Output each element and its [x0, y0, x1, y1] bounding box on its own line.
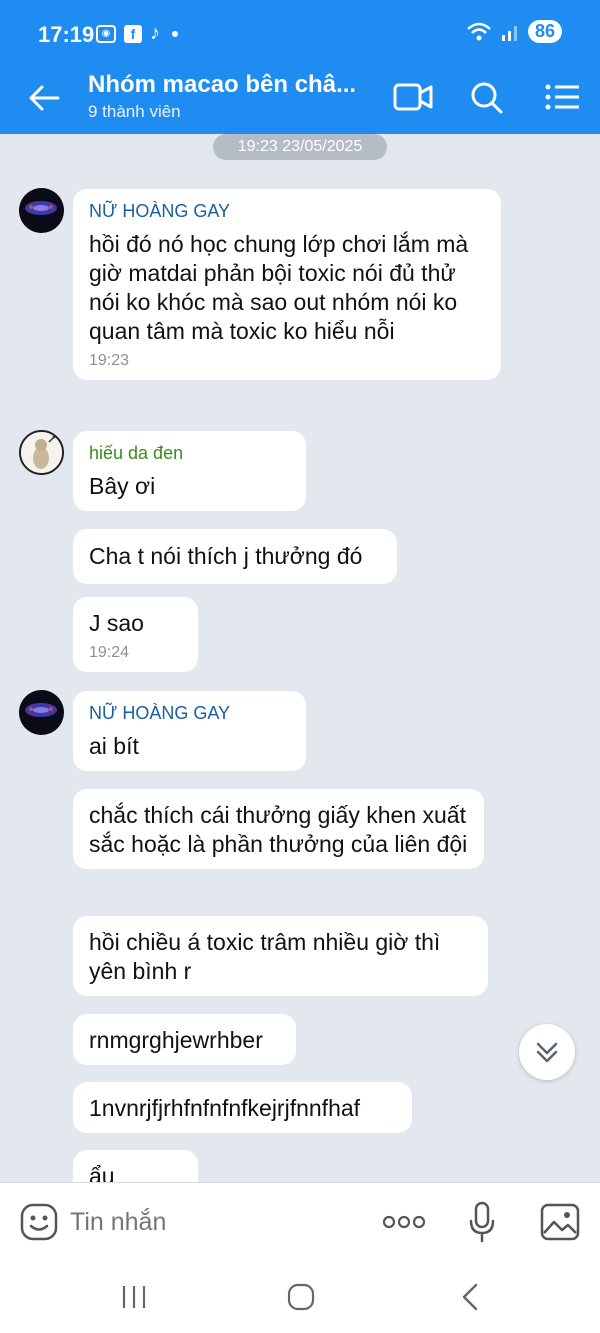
menu-list-icon[interactable]: [542, 78, 584, 116]
message-input[interactable]: [70, 1201, 360, 1243]
message-bubble[interactable]: NỮ HOÀNG GAY ai bít: [73, 691, 306, 771]
app-header: 17:19 ◉ f ♪ 86 Nhóm macao bên châ... 9 t…: [0, 0, 600, 134]
facebook-icon: f: [124, 24, 142, 43]
message-bubble[interactable]: rnmgrghjewrhber: [73, 1014, 296, 1065]
avatar[interactable]: [19, 430, 64, 475]
screenshot-icon: ◉: [96, 24, 116, 43]
scroll-to-bottom-button[interactable]: [519, 1024, 575, 1080]
battery-badge: 86: [527, 20, 562, 43]
status-right: 86: [466, 20, 562, 43]
status-bar: 17:19 ◉ f ♪ 86: [0, 0, 600, 66]
message-text: J sao: [89, 610, 144, 636]
sender-name[interactable]: hiếu da đen: [89, 443, 290, 464]
message-composer: [0, 1182, 600, 1260]
message-text: rnmgrghjewrhber: [89, 1027, 263, 1053]
microphone-icon[interactable]: [468, 1201, 496, 1243]
message-time: 19:23: [89, 352, 130, 369]
system-nav-bar: [0, 1260, 600, 1333]
message-text: hồi chiều á toxic trâm nhiều giờ thì yên…: [89, 929, 441, 984]
status-time: 17:19: [38, 22, 95, 47]
dot-icon: [172, 30, 178, 37]
back-arrow-icon[interactable]: [26, 80, 62, 116]
message-bubble[interactable]: ẩu: [73, 1150, 198, 1182]
sender-name[interactable]: NỮ HOÀNG GAY: [89, 201, 485, 222]
message-bubble[interactable]: NỮ HOÀNG GAY hồi đó nó học chung lớp chơ…: [73, 189, 501, 380]
tiktok-icon: ♪: [150, 22, 160, 44]
message-text: Cha t nói thích j thưởng đó: [89, 543, 363, 569]
message-bubble[interactable]: hồi chiều á toxic trâm nhiều giờ thì yên…: [73, 916, 488, 996]
message-text: chắc thích cái thưởng giấy khen xuất sắc…: [89, 802, 468, 857]
signal-icon: [501, 25, 517, 41]
message-text: 1nvnrjfjrhfnfnfnfkejrjfnnfhaf: [89, 1095, 361, 1121]
message-time: 19:24: [89, 644, 130, 661]
message-bubble[interactable]: chắc thích cái thưởng giấy khen xuất sắc…: [73, 789, 484, 869]
image-icon[interactable]: [540, 1203, 580, 1241]
date-separator: 19:23 23/05/2025: [213, 134, 387, 160]
search-icon[interactable]: [466, 78, 508, 116]
chat-title[interactable]: Nhóm macao bên châ...: [88, 71, 356, 99]
message-bubble[interactable]: 1nvnrjfjrhfnfnfnfkejrjfnnfhaf: [73, 1082, 412, 1133]
message-text: ai bít: [89, 733, 139, 759]
recent-apps-icon[interactable]: [120, 1284, 148, 1310]
message-text: ẩu: [89, 1163, 115, 1182]
message-bubble[interactable]: J sao 19:24: [73, 597, 198, 672]
avatar[interactable]: [19, 188, 64, 233]
chat-area[interactable]: 19:23 23/05/2025 NỮ HOÀNG GAY hồi đó nó …: [0, 134, 600, 1182]
chevron-down-icon: [536, 1042, 558, 1063]
sender-name[interactable]: NỮ HOÀNG GAY: [89, 703, 290, 724]
message-text: Bây ơi: [89, 473, 156, 499]
more-options-icon[interactable]: [382, 1213, 426, 1231]
message-text: hồi đó nó học chung lớp chơi lắm mà giờ …: [89, 231, 469, 344]
notification-icons: ◉ f ♪: [96, 22, 178, 45]
message-bubble[interactable]: Cha t nói thích j thưởng đó: [73, 529, 397, 584]
back-nav-icon[interactable]: [458, 1282, 482, 1312]
message-bubble[interactable]: hiếu da đen Bây ơi: [73, 431, 306, 511]
member-count: 9 thành viên: [88, 102, 181, 121]
sticker-icon[interactable]: [20, 1203, 58, 1241]
wifi-icon: [467, 22, 491, 40]
home-icon[interactable]: [286, 1282, 316, 1312]
video-call-icon[interactable]: [392, 78, 434, 116]
avatar[interactable]: [19, 690, 64, 735]
